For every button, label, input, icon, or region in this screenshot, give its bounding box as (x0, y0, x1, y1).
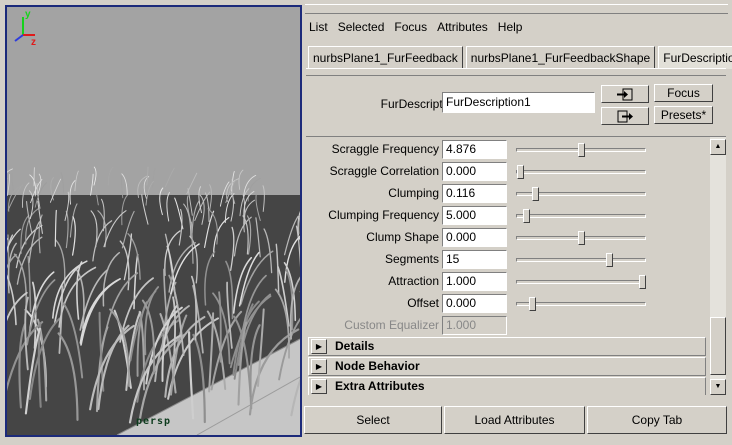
attribute-scroll-area[interactable]: Scraggle Frequency 4.876 Scraggle Correlat… (306, 136, 726, 395)
scroll-thumb[interactable] (710, 317, 726, 375)
slider-groove (516, 258, 646, 262)
scroll-up-arrow-icon[interactable]: ▲ (710, 139, 726, 155)
attribute-label: Scraggle Frequency (331, 142, 439, 156)
input-connections-button[interactable] (601, 85, 649, 103)
menubar: List Selected Focus Attributes Help (304, 18, 527, 36)
attribute-value-field[interactable]: 0.116 (442, 184, 507, 203)
attribute-row: Clumping Frequency 5.000 (306, 205, 706, 227)
slider-groove (516, 280, 646, 284)
slider-thumb[interactable] (578, 143, 585, 157)
select-button[interactable]: Select (304, 406, 442, 434)
attribute-slider[interactable] (516, 209, 646, 223)
slider-thumb[interactable] (517, 165, 524, 179)
menu-selected[interactable]: Selected (333, 18, 390, 36)
attribute-label: Clumping (388, 186, 439, 200)
section-node-behavior-label: Node Behavior (335, 359, 420, 373)
tab-fur-feedback[interactable]: nurbsPlane1_FurFeedback (308, 46, 463, 69)
output-connection-icon (617, 110, 633, 123)
attribute-label: Offset (407, 296, 439, 310)
menu-focus[interactable]: Focus (389, 18, 432, 36)
attribute-value-field[interactable]: 5.000 (442, 206, 507, 225)
attribute-slider[interactable] (516, 143, 646, 157)
perspective-viewport[interactable]: y z persp (5, 5, 302, 437)
axis-z-label: z (31, 37, 36, 47)
section-extra-attributes-label: Extra Attributes (335, 379, 425, 393)
attribute-row: Clump Shape 0.000 (306, 227, 706, 249)
slider-thumb[interactable] (639, 275, 646, 289)
attribute-slider[interactable] (516, 275, 646, 289)
axis-y-label: y (25, 9, 31, 20)
slider-groove (516, 214, 646, 218)
axis-gizmo: y z (14, 9, 36, 47)
slider-thumb[interactable] (578, 231, 585, 245)
section-extra-attributes[interactable]: ▶ Extra Attributes (308, 377, 706, 395)
attribute-row: Offset 0.000 (306, 293, 706, 315)
attribute-row: Clumping 0.116 (306, 183, 706, 205)
attribute-slider[interactable] (516, 297, 646, 311)
attribute-value-field[interactable]: 0.000 (442, 162, 507, 181)
attribute-row: Segments 15 (306, 249, 706, 271)
tab-fur-feedback-shape[interactable]: nurbsPlane1_FurFeedbackShape (465, 46, 656, 69)
expand-arrow-icon[interactable]: ▶ (311, 379, 327, 394)
slider-groove (516, 170, 646, 174)
attribute-value-field[interactable]: 1.000 (442, 272, 507, 291)
attribute-slider[interactable] (516, 253, 646, 267)
presets-button[interactable]: Presets* (654, 106, 713, 124)
scroll-down-arrow-icon[interactable]: ▼ (710, 379, 726, 395)
attribute-value-field[interactable]: 0.000 (442, 228, 507, 247)
attribute-value-field[interactable]: 4.876 (442, 140, 507, 159)
attribute-value-field[interactable]: 15 (442, 250, 507, 269)
output-connections-button[interactable] (601, 107, 649, 125)
load-attributes-button[interactable]: Load Attributes (444, 406, 585, 434)
focus-button[interactable]: Focus (654, 84, 713, 102)
attribute-row: Attraction 1.000 (306, 271, 706, 293)
input-connection-icon (617, 88, 633, 101)
panel-top-divider (305, 4, 728, 14)
attribute-label: Custom Equalizer (344, 318, 439, 332)
section-node-behavior[interactable]: ▶ Node Behavior (308, 357, 706, 376)
attribute-row: Scraggle Frequency 4.876 (306, 139, 706, 161)
attribute-label: Segments (384, 252, 439, 266)
copy-tab-button[interactable]: Copy Tab (587, 406, 727, 434)
attribute-label: Scraggle Correlation (329, 164, 439, 178)
expand-arrow-icon[interactable]: ▶ (311, 339, 327, 354)
attribute-slider[interactable] (516, 231, 646, 245)
attribute-label: Clumping Frequency (328, 208, 439, 222)
fur-render (7, 7, 300, 435)
attribute-label: Attraction (388, 274, 439, 288)
section-details[interactable]: ▶ Details (308, 337, 706, 356)
node-name-field[interactable]: FurDescription1 (442, 92, 595, 113)
attribute-row: Scraggle Correlation 0.000 (306, 161, 706, 183)
tab-divider (306, 68, 726, 76)
node-tabs: nurbsPlane1_FurFeedback nurbsPlane1_FurF… (308, 46, 732, 70)
attribute-label: Clump Shape (366, 230, 439, 244)
attribute-slider[interactable] (516, 187, 646, 201)
attribute-value-field: 1.000 (442, 316, 507, 335)
menu-help[interactable]: Help (493, 18, 528, 36)
menu-list[interactable]: List (304, 18, 333, 36)
menu-attributes[interactable]: Attributes (432, 18, 493, 36)
slider-thumb[interactable] (523, 209, 531, 223)
slider-thumb[interactable] (606, 253, 614, 267)
slider-thumb[interactable] (529, 297, 537, 311)
attribute-slider[interactable] (516, 165, 646, 179)
attribute-value-field[interactable]: 0.000 (442, 294, 507, 313)
camera-label: persp (135, 416, 172, 427)
bottom-button-bar: Select Load Attributes Copy Tab (302, 405, 732, 435)
expand-arrow-icon[interactable]: ▶ (311, 359, 327, 374)
node-name-row: FurDescription: FurDescription1 Focus Pr… (304, 78, 728, 134)
vertical-scrollbar[interactable]: ▲ ▼ (710, 137, 726, 395)
slider-thumb[interactable] (531, 187, 539, 201)
tab-fur-description[interactable]: FurDescription1 (658, 46, 732, 69)
attribute-row: Custom Equalizer 1.000 (306, 315, 706, 337)
section-details-label: Details (335, 339, 375, 353)
attribute-editor: List Selected Focus Attributes Help nurb… (302, 0, 732, 445)
